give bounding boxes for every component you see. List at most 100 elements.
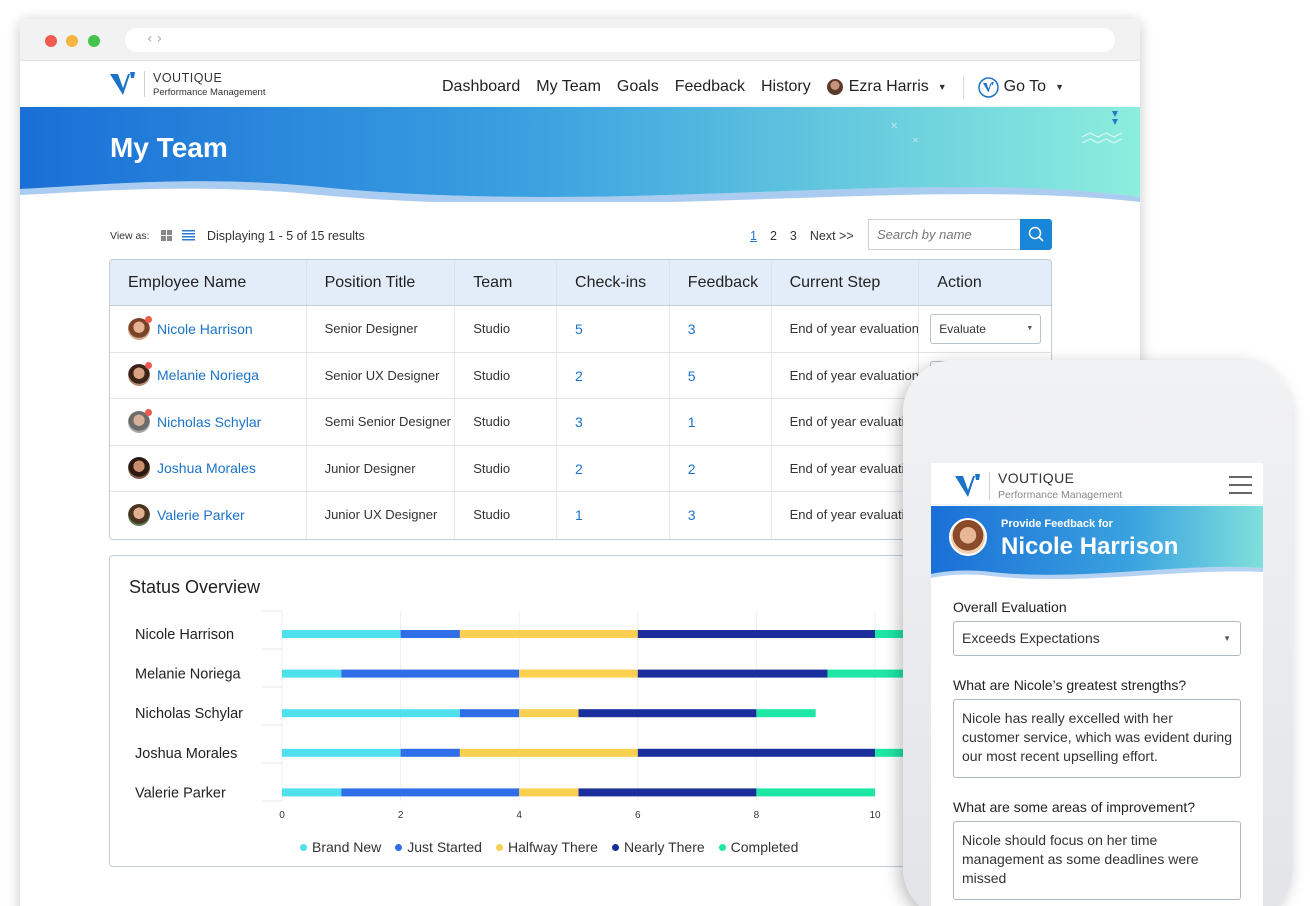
legend-label: Brand New bbox=[312, 839, 382, 855]
legend-swatch bbox=[495, 843, 503, 851]
action-select[interactable]: Evaluate ▼ bbox=[930, 314, 1042, 344]
y-category-label: Nicole Harrison bbox=[135, 627, 234, 643]
y-category-label: Melanie Noriega bbox=[135, 667, 242, 683]
legend-label: Completed bbox=[730, 839, 799, 855]
column-header[interactable]: Position Title bbox=[307, 260, 456, 305]
app-header: VOUTIQUE Performance Management Dashboar… bbox=[20, 61, 1140, 108]
y-category-label: Valerie Parker bbox=[135, 785, 226, 801]
employee-name-cell[interactable]: Valerie Parker bbox=[110, 492, 307, 539]
mobile-feedback-banner: Provide Feedback for Nicole Harrison bbox=[931, 506, 1263, 581]
search-button[interactable] bbox=[1020, 219, 1052, 250]
list-view-icon[interactable] bbox=[182, 230, 195, 241]
checkins-link[interactable]: 2 bbox=[557, 445, 670, 491]
current-step-cell: End of year evaluation bbox=[772, 492, 920, 539]
current-step-cell: End of year evaluation bbox=[772, 352, 920, 398]
nav-goals[interactable]: Goals bbox=[617, 78, 659, 96]
address-bar[interactable]: ‹› bbox=[125, 28, 1115, 52]
column-header[interactable]: Feedback bbox=[670, 260, 772, 305]
current-step-cell: End of year evaluation bbox=[772, 306, 920, 352]
legend-item[interactable]: Brand New bbox=[300, 839, 381, 855]
search-input[interactable] bbox=[868, 219, 1020, 250]
goto-menu[interactable]: Go To ▼ bbox=[977, 76, 1064, 98]
bar-segment bbox=[578, 788, 757, 797]
employee-name-link[interactable]: Joshua Morales bbox=[157, 446, 256, 492]
bar-segment bbox=[519, 669, 638, 678]
avatar bbox=[128, 408, 152, 433]
close-window-button[interactable] bbox=[45, 35, 57, 47]
legend-item[interactable]: Just Started bbox=[395, 839, 482, 855]
user-menu[interactable]: Ezra Harris ▼ bbox=[826, 78, 947, 96]
checkins-link[interactable]: 2 bbox=[557, 352, 670, 398]
brand-logo[interactable]: VOUTIQUE Performance Management bbox=[108, 70, 265, 98]
position-cell: Senior UX Designer bbox=[307, 352, 456, 398]
employee-name-cell[interactable]: Nicholas Schylar bbox=[110, 399, 307, 445]
feedback-link[interactable]: 2 bbox=[670, 445, 772, 491]
chevron-down-icon: ▼ bbox=[1026, 325, 1034, 332]
nav-feedback[interactable]: Feedback bbox=[675, 78, 745, 96]
feedback-link[interactable]: 1 bbox=[670, 399, 772, 445]
feedback-link[interactable]: 3 bbox=[670, 306, 772, 352]
strengths-textarea[interactable]: Nicole has really excelled with her cust… bbox=[953, 699, 1241, 778]
employee-name-cell[interactable]: Melanie Noriega bbox=[110, 352, 307, 399]
column-header[interactable]: Check-ins bbox=[557, 260, 670, 305]
nav-my-team[interactable]: My Team bbox=[536, 78, 601, 96]
x-tick-label: 10 bbox=[869, 810, 881, 821]
position-cell: Junior UX Designer bbox=[307, 492, 456, 539]
legend-swatch bbox=[611, 843, 619, 851]
nav-dashboard[interactable]: Dashboard bbox=[442, 78, 520, 96]
x-tick-label: 8 bbox=[754, 810, 760, 821]
next-page-link[interactable]: Next >> bbox=[810, 229, 854, 243]
team-cell: Studio bbox=[455, 352, 558, 398]
improvement-textarea[interactable]: Nicole should focus on her time manageme… bbox=[953, 821, 1241, 900]
minimize-window-button[interactable] bbox=[66, 35, 78, 47]
bar-segment bbox=[341, 788, 520, 797]
mobile-brand-logo[interactable]: VOUTIQUE Performance Management bbox=[953, 470, 1122, 501]
hamburger-menu-icon[interactable] bbox=[1229, 476, 1252, 494]
chart-legend: Brand New Just Started Halfway There Nearly… bbox=[300, 839, 812, 855]
legend-item[interactable]: Halfway There bbox=[495, 839, 598, 855]
employee-name-link[interactable]: Nicholas Schylar bbox=[157, 399, 261, 445]
column-header[interactable]: Action bbox=[919, 260, 1051, 305]
maximize-window-button[interactable] bbox=[88, 35, 100, 47]
avatar bbox=[128, 362, 152, 387]
back-forward-icon[interactable]: ‹› bbox=[147, 31, 166, 47]
employee-name-link[interactable]: Melanie Noriega bbox=[157, 353, 259, 399]
avatar bbox=[128, 504, 150, 527]
legend-item[interactable]: Completed bbox=[718, 839, 799, 855]
column-header[interactable]: Current Step bbox=[772, 260, 920, 305]
feedback-link[interactable]: 5 bbox=[670, 352, 772, 398]
column-header[interactable]: Team bbox=[455, 260, 558, 305]
employee-name-link[interactable]: Valerie Parker bbox=[157, 492, 245, 538]
employee-name-cell[interactable]: Joshua Morales bbox=[110, 445, 307, 492]
checkins-link[interactable]: 3 bbox=[557, 399, 670, 445]
page-link-1[interactable]: 1 bbox=[750, 229, 757, 243]
checkins-link[interactable]: 5 bbox=[557, 306, 670, 352]
bar-segment bbox=[756, 709, 816, 718]
page-link-3[interactable]: 3 bbox=[790, 229, 797, 243]
checkins-link[interactable]: 1 bbox=[557, 492, 670, 539]
overall-evaluation-select[interactable]: Exceeds Expectations ▼ bbox=[953, 621, 1241, 656]
mobile-brand-name: VOUTIQUE bbox=[998, 470, 1075, 486]
bar-segment bbox=[282, 748, 401, 757]
avatar bbox=[128, 315, 152, 340]
legend-swatch bbox=[718, 843, 726, 851]
nav-history[interactable]: History bbox=[761, 78, 811, 96]
x-tick-label: 2 bbox=[398, 810, 404, 821]
strengths-label: What are Nicole’s greatest strengths? bbox=[953, 677, 1187, 693]
top-nav: Dashboard My Team Goals Feedback History… bbox=[442, 75, 1064, 99]
grid-view-icon[interactable] bbox=[161, 230, 172, 241]
employee-name-link[interactable]: Nicole Harrison bbox=[157, 306, 253, 352]
current-step-cell: End of year evaluation bbox=[772, 445, 920, 491]
overall-evaluation-label: Overall Evaluation bbox=[953, 599, 1067, 615]
avatar bbox=[128, 457, 150, 480]
employee-name-cell[interactable]: Nicole Harrison bbox=[110, 306, 307, 352]
bar-segment bbox=[578, 709, 757, 718]
column-header[interactable]: Employee Name bbox=[110, 260, 307, 305]
page-link-2[interactable]: 2 bbox=[770, 229, 777, 243]
bar-segment bbox=[637, 669, 828, 678]
goto-label: Go To bbox=[1003, 78, 1047, 95]
legend-item[interactable]: Nearly There bbox=[611, 839, 705, 855]
feedback-link[interactable]: 3 bbox=[670, 492, 772, 539]
user-name: Ezra Harris bbox=[848, 78, 929, 95]
team-cell: Studio bbox=[455, 399, 558, 445]
